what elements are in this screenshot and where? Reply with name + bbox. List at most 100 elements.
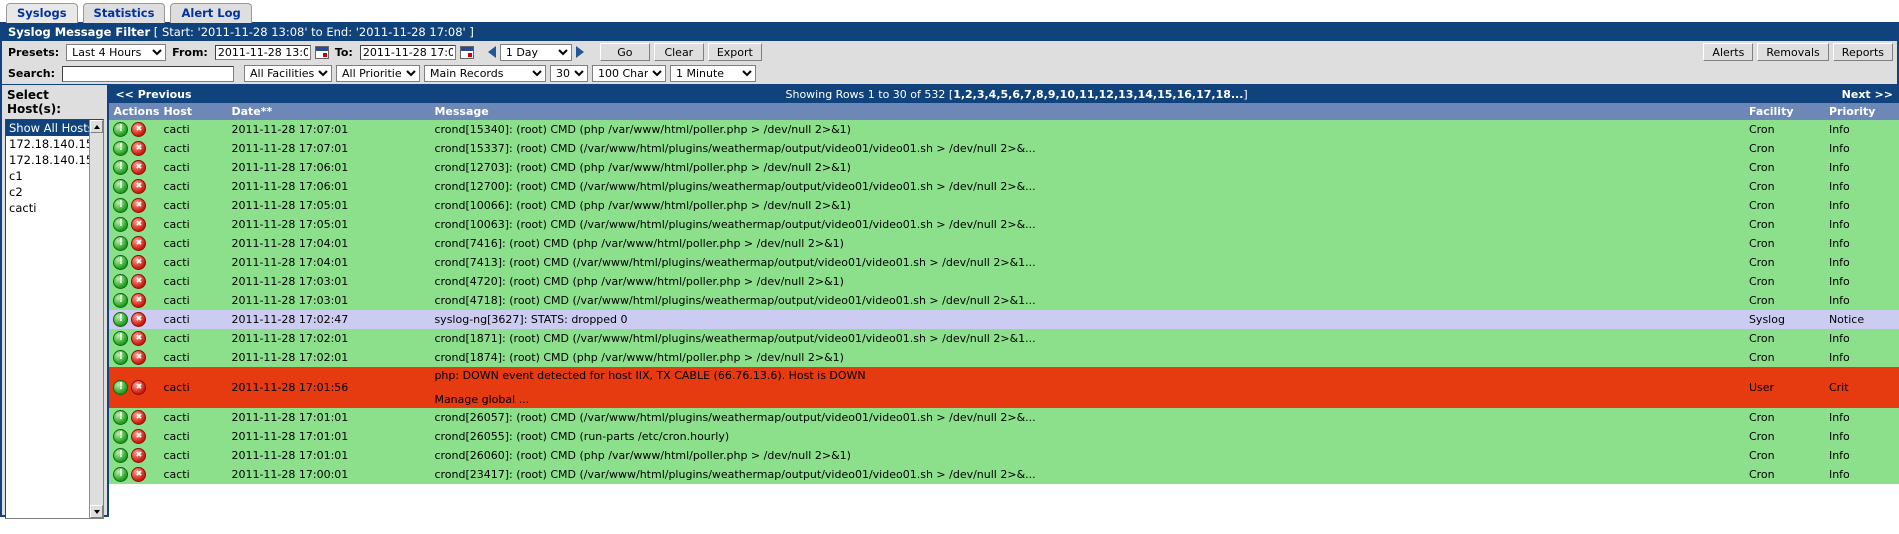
from-date-input[interactable] [214, 44, 311, 60]
info-icon[interactable] [113, 141, 129, 156]
table-row[interactable]: cacti2011-11-28 17:00:01crond[23417]: (r… [109, 465, 1899, 484]
delete-icon[interactable] [131, 448, 147, 463]
previous-page-link[interactable]: << Previous [115, 88, 191, 101]
column-header-priority[interactable]: Priority [1824, 103, 1899, 120]
tab-alert-log[interactable]: Alert Log [170, 3, 252, 23]
removals-button[interactable]: Removals [1757, 43, 1829, 61]
info-icon[interactable] [113, 467, 129, 482]
table-row[interactable]: cacti2011-11-28 17:05:01crond[10063]: (r… [109, 215, 1899, 234]
table-row[interactable]: cacti2011-11-28 17:02:01crond[1874]: (ro… [109, 348, 1899, 367]
delete-icon[interactable] [131, 350, 147, 365]
priorities-select[interactable]: All Priorities [335, 65, 420, 82]
scroll-down-icon[interactable] [90, 505, 104, 518]
alerts-button[interactable]: Alerts [1703, 43, 1754, 61]
next-period-arrow-icon[interactable] [575, 46, 584, 58]
column-header-message[interactable]: Message [430, 103, 1745, 120]
delete-icon[interactable] [131, 255, 147, 270]
records-select[interactable]: Main Records [423, 65, 546, 82]
table-row[interactable]: cacti2011-11-28 17:03:01crond[4720]: (ro… [109, 272, 1899, 291]
info-icon[interactable] [113, 331, 129, 346]
delete-icon[interactable] [131, 467, 147, 482]
info-icon[interactable] [113, 179, 129, 194]
tab-syslogs[interactable]: Syslogs [6, 3, 78, 23]
export-button[interactable]: Export [707, 43, 762, 61]
info-icon[interactable] [113, 312, 129, 327]
delete-icon[interactable] [131, 293, 147, 308]
facilities-select[interactable]: All Facilities [243, 65, 332, 82]
delete-icon[interactable] [131, 160, 147, 175]
delete-icon[interactable] [131, 429, 147, 444]
table-row[interactable]: cacti2011-11-28 17:02:47syslog-ng[3627]:… [109, 310, 1899, 329]
info-icon[interactable] [113, 236, 129, 251]
table-row[interactable]: cacti2011-11-28 17:04:01crond[7413]: (ro… [109, 253, 1899, 272]
info-icon[interactable] [113, 255, 129, 270]
tab-statistics[interactable]: Statistics [82, 3, 166, 23]
calendar-icon[interactable] [314, 45, 329, 59]
row-message-secondary[interactable]: Manage global ... [434, 382, 1741, 406]
table-row[interactable]: cacti2011-11-28 17:07:01crond[15337]: (r… [109, 139, 1899, 158]
info-icon[interactable] [113, 380, 129, 395]
scroll-up-icon[interactable] [90, 120, 104, 133]
rows-per-page-select[interactable]: 30 [549, 65, 588, 82]
row-message-cell: crond[26057]: (root) CMD (/var/www/html/… [430, 408, 1745, 427]
row-actions-cell [109, 465, 160, 484]
message-chars-select[interactable]: 100 Chars [591, 65, 666, 82]
delete-icon[interactable] [131, 217, 147, 232]
table-row[interactable]: cacti2011-11-28 17:06:01crond[12700]: (r… [109, 177, 1899, 196]
column-header-date[interactable]: Date** [227, 103, 431, 120]
column-header-host[interactable]: Host [159, 103, 228, 120]
host-listbox[interactable]: Show All Hosts 172.18.140.151 172.18.140… [5, 119, 105, 519]
info-icon[interactable] [113, 429, 129, 444]
info-icon[interactable] [113, 122, 129, 137]
info-icon[interactable] [113, 160, 129, 175]
info-icon[interactable] [113, 217, 129, 232]
delete-icon[interactable] [131, 198, 147, 213]
table-row[interactable]: cacti2011-11-28 17:01:01crond[26060]: (r… [109, 446, 1899, 465]
info-icon[interactable] [113, 293, 129, 308]
to-date-input[interactable] [359, 44, 456, 60]
next-page-link[interactable]: Next >> [1842, 88, 1893, 101]
info-icon[interactable] [113, 350, 129, 365]
table-row[interactable]: cacti2011-11-28 17:05:01crond[10066]: (r… [109, 196, 1899, 215]
table-row[interactable]: cacti2011-11-28 17:01:01crond[26055]: (r… [109, 427, 1899, 446]
row-actions-cell [109, 272, 160, 291]
column-header-facility[interactable]: Facility [1744, 103, 1825, 120]
info-icon[interactable] [113, 410, 129, 425]
row-date-cell: 2011-11-28 17:02:01 [227, 348, 431, 367]
info-icon[interactable] [113, 448, 129, 463]
search-input[interactable] [61, 65, 234, 82]
row-facility-cell: Cron [1744, 253, 1825, 272]
table-row[interactable]: cacti2011-11-28 17:04:01crond[7416]: (ro… [109, 234, 1899, 253]
column-header-actions[interactable]: Actions [109, 103, 160, 120]
presets-select[interactable]: Last 4 Hours [66, 43, 167, 61]
refresh-interval-select[interactable]: 1 Minute [669, 65, 756, 82]
calendar-icon[interactable] [459, 45, 474, 59]
delete-icon[interactable] [131, 122, 147, 137]
delete-icon[interactable] [131, 179, 147, 194]
delete-icon[interactable] [131, 380, 147, 395]
table-row[interactable]: cacti2011-11-28 17:06:01crond[12703]: (r… [109, 158, 1899, 177]
table-row[interactable]: cacti2011-11-28 17:01:01crond[26057]: (r… [109, 408, 1899, 427]
row-actions-cell [109, 348, 160, 367]
page-links[interactable]: 1,2,3,4,5,6,7,8,9,10,11,12,13,14,15,16,1… [953, 88, 1243, 101]
reports-button[interactable]: Reports [1832, 43, 1893, 61]
delete-icon[interactable] [131, 331, 147, 346]
interval-select[interactable]: 1 Day [499, 43, 572, 61]
log-table-area: << Previous Showing Rows 1 to 30 of 532 … [109, 85, 1899, 484]
delete-icon[interactable] [131, 312, 147, 327]
host-list-scrollbar[interactable] [89, 120, 104, 518]
go-button[interactable]: Go [599, 43, 650, 61]
delete-icon[interactable] [131, 236, 147, 251]
delete-icon[interactable] [131, 141, 147, 156]
row-facility-cell: Cron [1744, 329, 1825, 348]
info-icon[interactable] [113, 274, 129, 289]
previous-period-arrow-icon[interactable] [487, 46, 496, 58]
clear-button[interactable]: Clear [653, 43, 704, 61]
table-row[interactable]: cacti2011-11-28 17:03:01crond[4718]: (ro… [109, 291, 1899, 310]
delete-icon[interactable] [131, 410, 147, 425]
table-row[interactable]: cacti2011-11-28 17:02:01crond[1871]: (ro… [109, 329, 1899, 348]
delete-icon[interactable] [131, 274, 147, 289]
table-row[interactable]: cacti2011-11-28 17:01:56php: DOWN event … [109, 367, 1899, 408]
table-row[interactable]: cacti2011-11-28 17:07:01crond[15340]: (r… [109, 120, 1899, 139]
info-icon[interactable] [113, 198, 129, 213]
